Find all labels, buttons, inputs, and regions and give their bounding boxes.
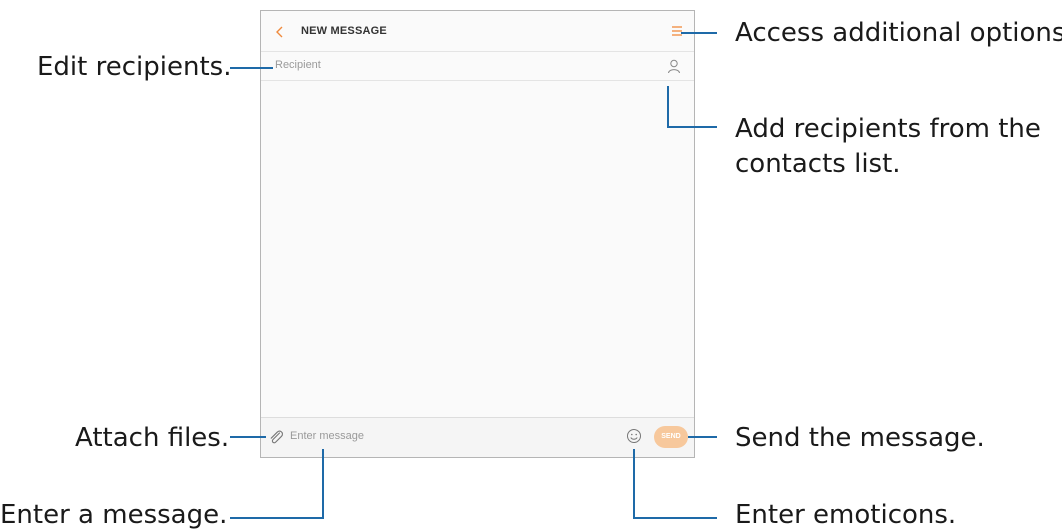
callout-emoticons: Enter emoticons.: [735, 500, 957, 530]
callout-enter-message: Enter a message.: [0, 500, 228, 530]
callout-options: Access additional options.: [735, 18, 1062, 48]
message-input[interactable]: [290, 430, 590, 442]
callout-line-emoticons-v: [633, 449, 635, 519]
send-button[interactable]: SEND: [654, 426, 688, 448]
callout-edit-recipients: Edit recipients.: [37, 52, 232, 82]
emoji-icon[interactable]: [626, 428, 642, 444]
menu-icon[interactable]: [670, 24, 684, 38]
contact-icon[interactable]: [666, 58, 682, 74]
recipient-row: [261, 52, 694, 81]
app-bar: NEW MESSAGE: [261, 11, 694, 52]
callout-line-edit-recipients: [230, 67, 273, 69]
callout-line-send: [688, 436, 717, 438]
callout-send: Send the message.: [735, 423, 985, 453]
recipient-input[interactable]: [275, 59, 635, 71]
page-title: NEW MESSAGE: [301, 25, 387, 37]
callout-attach: Attach files.: [75, 423, 230, 453]
callout-add-contacts-line1: Add recipients from the: [735, 114, 1041, 144]
callout-line-add-contacts-h: [667, 126, 717, 128]
message-thread-area: [261, 81, 694, 419]
callout-line-attach: [230, 436, 266, 438]
paperclip-icon[interactable]: [267, 428, 285, 446]
callout-add-contacts-line2: contacts list.: [735, 149, 901, 179]
message-compose-screen: NEW MESSAGE SEND: [260, 10, 695, 458]
compose-bar: SEND: [261, 417, 694, 457]
callout-line-add-contacts-v: [667, 86, 669, 128]
back-arrow-icon[interactable]: [271, 23, 289, 41]
callout-line-message-v: [322, 449, 324, 519]
callout-line-message-h: [230, 517, 324, 519]
callout-line-emoticons-h: [633, 517, 717, 519]
callout-line-options: [681, 32, 717, 34]
